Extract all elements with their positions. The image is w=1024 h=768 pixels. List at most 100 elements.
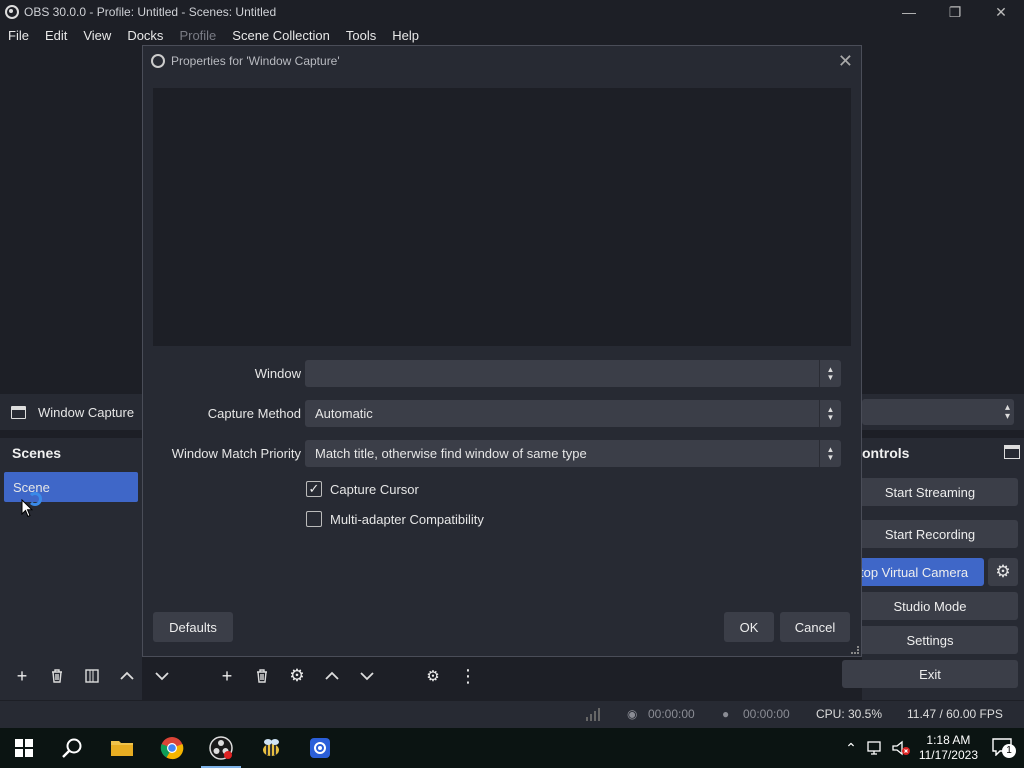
window-row: Window ▲ ▼ [143,360,863,388]
recording-icon: ● [722,707,730,721]
window-capture-icon [11,405,26,419]
menu-view[interactable]: View [75,28,119,43]
capture-method-select[interactable]: Automatic ▲ ▼ [305,400,841,427]
mixer-menu-button[interactable]: ⋮ [453,662,483,690]
match-priority-row: Window Match Priority Match title, other… [143,440,863,468]
taskbar-clock[interactable]: 1:18 AM 11/17/2023 [919,733,978,763]
remove-source-button[interactable] [247,662,277,690]
source-window-select[interactable]: ▴ ▾ [862,399,1014,425]
chevron-up-icon[interactable]: ⌃ [845,740,857,757]
selected-source-name: Window Capture [38,404,135,420]
start-streaming-button[interactable]: Start Streaming [842,478,1018,506]
controls-header: ontrols [862,445,910,461]
app-taskbar-capture[interactable] [296,728,344,768]
window-title: OBS 30.0.0 - Profile: Untitled - Scenes:… [24,5,277,19]
dialog-title: Properties for 'Window Capture' [171,54,340,68]
capture-cursor-option[interactable]: ✓ Capture Cursor [306,479,419,499]
start-button[interactable] [0,728,48,768]
menu-edit[interactable]: Edit [37,28,75,43]
obs-taskbar[interactable] [197,728,245,768]
move-scene-down-button[interactable] [147,662,177,690]
add-scene-button[interactable]: + [7,662,37,690]
dialog-close-button[interactable]: ✕ [838,51,853,72]
scenes-header: Scenes [12,445,62,461]
mixer-toolbar: ⚙ ⋮ [418,660,488,692]
multi-adapter-option[interactable]: Multi-adapter Compatibility [306,509,484,529]
network-icon[interactable] [867,741,885,755]
search-button[interactable] [48,728,96,768]
start-recording-button[interactable]: Start Recording [842,520,1018,548]
capture-method-row: Capture Method Automatic ▲ ▼ [143,400,863,428]
filter-icon [85,669,99,683]
multi-adapter-checkbox[interactable] [306,511,322,527]
resize-grip-icon[interactable] [851,646,859,654]
move-source-up-button[interactable] [317,662,347,690]
scene-filters-button[interactable] [77,662,107,690]
studio-mode-button[interactable]: Studio Mode [842,592,1018,620]
undock-icon[interactable] [1004,445,1020,459]
clock-date: 11/17/2023 [918,748,978,762]
capture-cursor-checkbox[interactable]: ✓ [306,481,322,497]
close-icon: ✕ [837,51,853,71]
plus-icon: + [16,665,28,686]
scene-list-item[interactable]: Scene [4,472,138,502]
menu-profile[interactable]: Profile [171,28,224,43]
chrome-icon [160,737,184,760]
trash-icon [257,669,267,683]
app-taskbar-bee[interactable] [247,728,295,768]
checkmark-icon: ✓ [308,481,320,496]
match-priority-select[interactable]: Match title, otherwise find window of sa… [305,440,841,467]
menu-scene-collection[interactable]: Scene Collection [224,28,338,43]
stream-time: 00:00:00 [648,707,695,721]
trash-icon [52,669,62,683]
mouse-cursor-icon [21,499,33,518]
source-properties-button[interactable]: ⚙ [282,662,312,690]
remove-scene-button[interactable] [42,662,72,690]
exit-button[interactable]: Exit [842,660,1018,688]
updown-arrows-icon: ▴ ▾ [1004,402,1010,422]
plus-icon: + [221,665,233,686]
chevron-up-icon [120,671,134,680]
file-explorer-taskbar[interactable] [98,728,146,768]
window-select[interactable]: ▲ ▼ [305,360,841,387]
sources-toolbar: + ⚙ [212,660,387,692]
chevron-up-icon [325,671,339,680]
menu-bar: File Edit View Docks Profile Scene Colle… [0,24,1024,46]
minimize-button[interactable]: — [886,0,932,24]
scenes-toolbar: + [7,660,182,692]
chrome-taskbar[interactable] [148,728,196,768]
notification-center-button[interactable]: 1 [992,737,1016,759]
menu-tools[interactable]: Tools [338,28,384,43]
chevron-down-icon [360,672,374,681]
advanced-audio-button[interactable]: ⚙ [418,662,448,690]
title-bar: OBS 30.0.0 - Profile: Untitled - Scenes:… [0,0,1024,24]
move-scene-up-button[interactable] [112,662,142,690]
status-bar: ◉ 00:00:00 ● 00:00:00 CPU: 30.5% 11.47 /… [0,700,1024,728]
gears-icon: ⚙ [426,668,440,685]
ok-button[interactable]: OK [724,612,774,642]
close-button[interactable]: ✕ [978,0,1024,24]
cancel-button[interactable]: Cancel [780,612,850,642]
match-priority-value: Match title, otherwise find window of sa… [315,446,587,461]
windows-logo-icon [15,739,33,757]
match-priority-label: Window Match Priority [171,446,301,461]
record-time: 00:00:00 [743,707,790,721]
speaker-muted-icon[interactable] [891,740,911,756]
move-source-down-button[interactable] [352,662,382,690]
clock-time: 1:18 AM [926,733,971,747]
gear-icon: ⚙ [289,666,305,685]
add-source-button[interactable]: + [212,662,242,690]
settings-button[interactable]: Settings [842,626,1018,654]
menu-docks[interactable]: Docks [119,28,171,43]
properties-dialog: Properties for 'Window Capture' ✕ Window… [142,45,862,657]
maximize-button[interactable]: ❐ [932,0,978,24]
updown-arrows-icon: ▲ ▼ [819,440,841,467]
defaults-button[interactable]: Defaults [153,612,233,642]
menu-file[interactable]: File [0,28,37,43]
window-label: Window [254,366,301,381]
virtual-camera-button[interactable]: top Virtual Camera [842,558,984,586]
obs-logo-icon [151,54,165,68]
gear-icon: ⚙ [995,562,1011,581]
virtual-camera-settings-button[interactable]: ⚙ [988,558,1018,586]
menu-help[interactable]: Help [384,28,427,43]
